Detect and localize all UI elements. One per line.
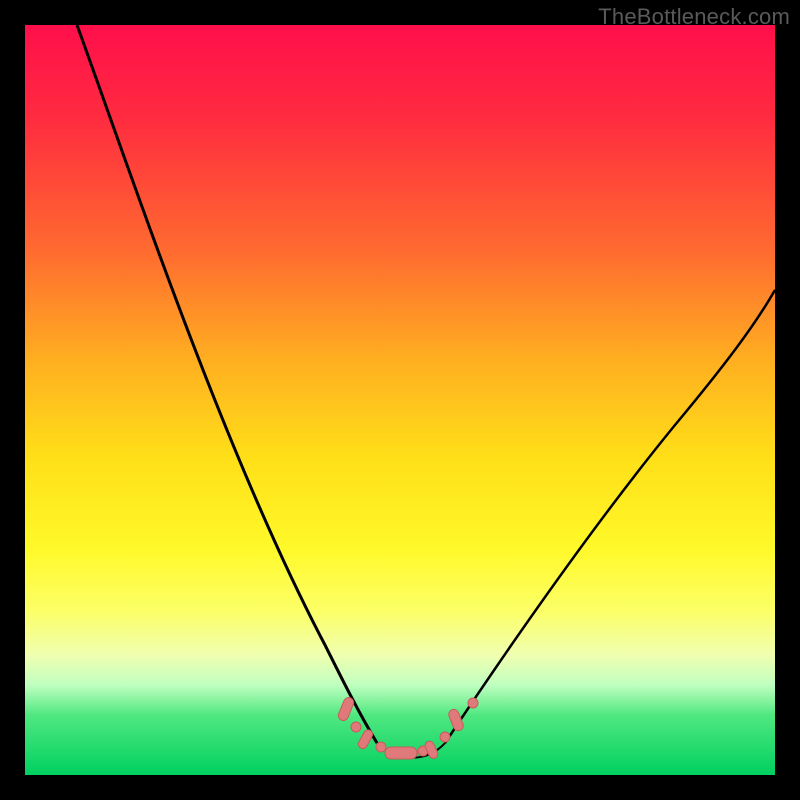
left-curve <box>77 25 377 743</box>
curves-layer <box>25 25 775 775</box>
chart-frame: TheBottleneck.com <box>0 0 800 800</box>
plot-area <box>25 25 775 775</box>
watermark-text: TheBottleneck.com <box>598 4 790 30</box>
right-curve <box>445 290 775 743</box>
valley-markers <box>337 696 478 760</box>
